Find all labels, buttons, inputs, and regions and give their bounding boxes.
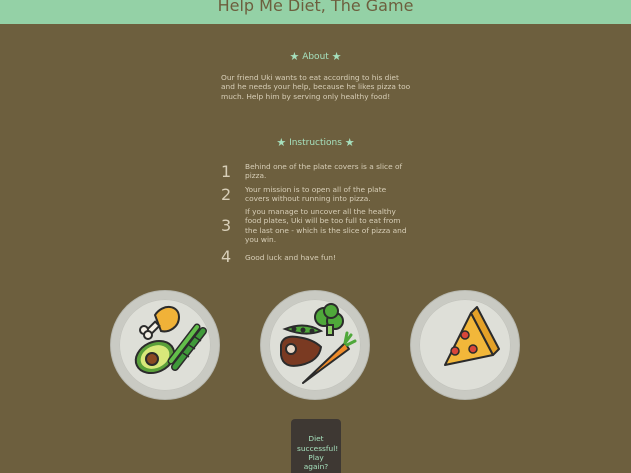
step-text: If you manage to uncover all the healthy…: [245, 207, 407, 245]
about-text: Our friend Uki wants to eat according to…: [221, 73, 411, 101]
step-number: 1: [221, 162, 232, 181]
step-text: Behind one of the plate covers is a slic…: [245, 162, 403, 181]
page-title: Help Me Diet, The Game: [217, 0, 414, 15]
pizza-slice-icon: [444, 306, 500, 366]
instructions-title: Instructions: [289, 138, 342, 148]
header-bar: Help Me Diet, The Game: [0, 0, 631, 24]
step-number: 4: [221, 247, 232, 266]
food-plate-2[interactable]: [261, 291, 369, 399]
about-title: About: [302, 52, 329, 62]
steak-icon: [280, 335, 323, 367]
step-text: Your mission is to open all of the plate…: [245, 185, 387, 204]
step-number: 3: [221, 216, 232, 235]
peas-icon: [282, 324, 324, 335]
food-plate-3[interactable]: [411, 291, 519, 399]
food-plate-1[interactable]: [111, 291, 219, 399]
star-icon: ★: [331, 50, 342, 63]
step-number: 2: [221, 185, 232, 204]
star-icon: ★: [276, 136, 287, 149]
chicken-leg-icon: [139, 306, 181, 340]
asparagus-icon: [167, 323, 207, 371]
step-text: Good luck and have fun!: [245, 253, 336, 262]
play-again-button[interactable]: Diet successful! Play again?: [291, 419, 341, 473]
about-heading: ★ About ★: [0, 50, 631, 63]
star-icon: ★: [289, 50, 300, 63]
instructions-heading: ★ Instructions ★: [0, 136, 631, 149]
star-icon: ★: [344, 136, 355, 149]
